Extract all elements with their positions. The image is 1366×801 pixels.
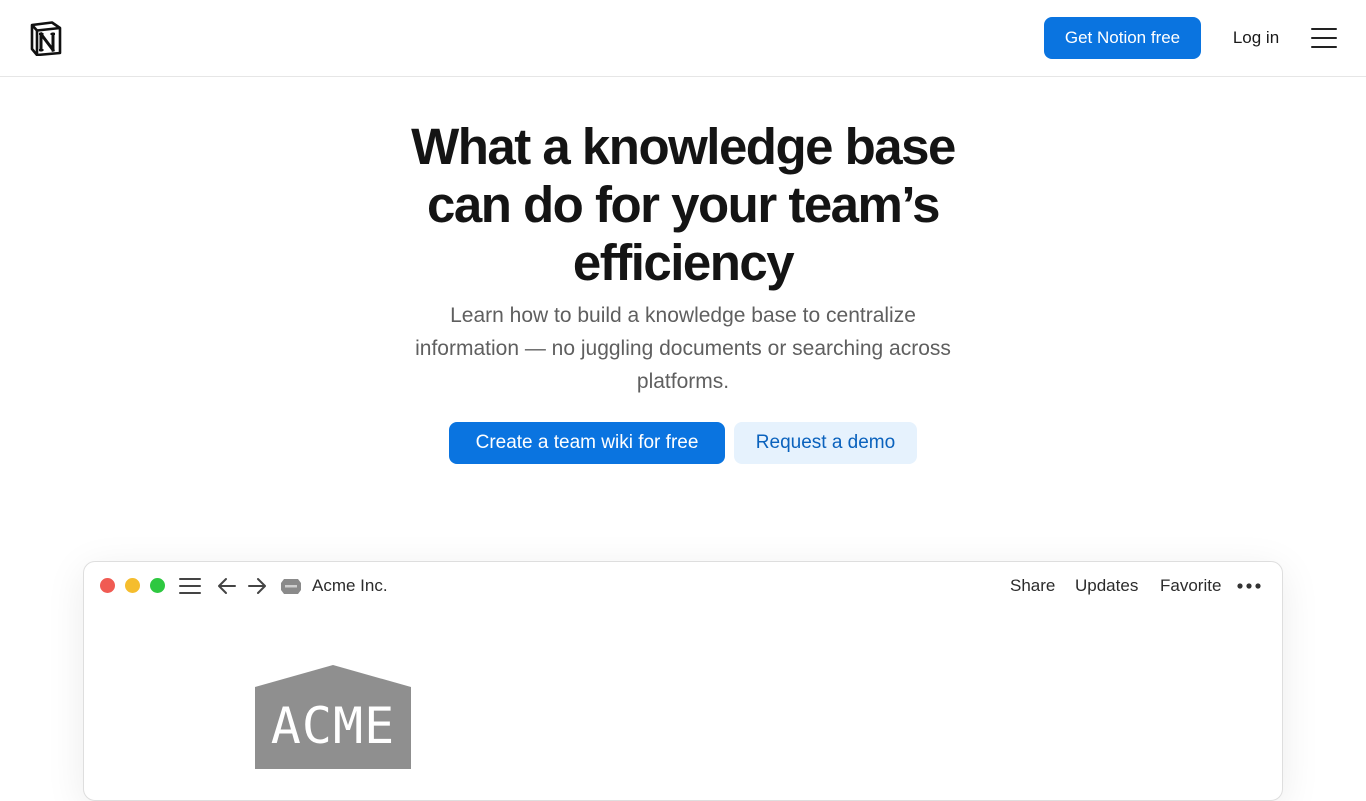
window-minimize-dot bbox=[125, 578, 140, 593]
workspace-name[interactable]: Acme Inc. bbox=[312, 575, 388, 597]
updates-button[interactable]: Updates bbox=[1075, 575, 1138, 597]
log-in-link[interactable]: Log in bbox=[1220, 17, 1292, 59]
arrow-left-icon[interactable] bbox=[215, 574, 239, 598]
hamburger-menu-icon[interactable] bbox=[1308, 24, 1340, 52]
window-maximize-dot bbox=[150, 578, 165, 593]
app-preview-window: Acme Inc. Share Updates Favorite ACME bbox=[83, 561, 1283, 801]
hero-title: What a knowledge base can do for your te… bbox=[411, 118, 956, 291]
acme-logo-text: ACME bbox=[271, 697, 395, 755]
window-close-dot bbox=[100, 578, 115, 593]
top-navigation: Get Notion free Log in bbox=[0, 0, 1366, 77]
share-button[interactable]: Share bbox=[1010, 575, 1055, 597]
favorite-button[interactable]: Favorite bbox=[1160, 575, 1221, 597]
more-options-icon[interactable] bbox=[1236, 576, 1264, 596]
acme-logo-icon: ACME bbox=[254, 665, 412, 769]
get-notion-free-button[interactable]: Get Notion free bbox=[1044, 17, 1201, 59]
arrow-right-icon[interactable] bbox=[245, 574, 269, 598]
request-demo-button[interactable]: Request a demo bbox=[734, 422, 917, 464]
acme-workspace-icon bbox=[280, 575, 302, 597]
notion-logo-icon[interactable] bbox=[28, 20, 64, 57]
create-team-wiki-button[interactable]: Create a team wiki for free bbox=[449, 422, 725, 464]
sidebar-menu-icon[interactable] bbox=[178, 574, 202, 598]
hero-subtitle: Learn how to build a knowledge base to c… bbox=[415, 304, 951, 393]
